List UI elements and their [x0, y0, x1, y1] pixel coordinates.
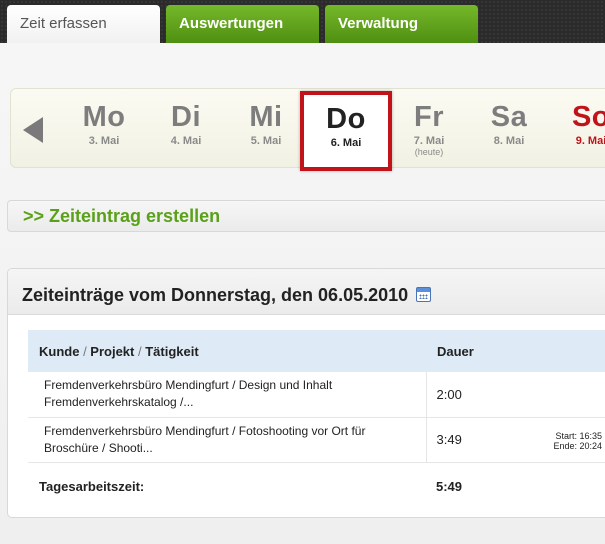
day-date: 4. Mai — [170, 135, 202, 147]
day-date: 8. Mai — [493, 135, 525, 147]
time-entries-panel: Zeiteinträge vom Donnerstag, den 06.05.2… — [7, 268, 605, 518]
column-label-taetigkeit: Tätigkeit — [145, 343, 199, 359]
day-sunday[interactable]: So 9. Mai — [550, 89, 605, 147]
day-name: Mo — [82, 101, 126, 133]
time-entries-table: Kunde / Projekt / Tätigkeit Dauer Fremde… — [28, 330, 605, 510]
day-date: 6. Mai — [330, 137, 362, 149]
day-monday[interactable]: Mo 3. Mai — [63, 89, 145, 147]
column-label-kunde: Kunde — [39, 343, 80, 359]
day-date: 5. Mai — [250, 135, 282, 147]
entry-duration: 3:49 — [436, 432, 462, 447]
column-label-projekt: Projekt — [90, 343, 135, 359]
day-name: So — [571, 101, 605, 133]
column-separator: / — [134, 343, 146, 359]
day-name: Do — [326, 103, 366, 135]
entry-line-1: Fremdenverkehrsbüro Mendingfurt / Fotosh… — [44, 423, 366, 438]
entry-description: Fremdenverkehrsbüro Mendingfurt / Design… — [28, 372, 427, 418]
week-day-selector: Mo 3. Mai Di 4. Mai Mi 5. Mai Do 6. Mai … — [10, 88, 605, 171]
day-thursday-selected[interactable]: Do 6. Mai — [300, 91, 392, 171]
day-name: Sa — [490, 101, 528, 133]
total-label: Tagesarbeitszeit: — [39, 478, 145, 494]
entry-duration-cell: 3:49 Start: 16:35 Ende: 20:24 — [426, 417, 605, 463]
entry-description: Fremdenverkehrsbüro Mendingfurt / Fotosh… — [28, 417, 427, 463]
day-name: Fr — [414, 101, 444, 133]
tab-zeit-erfassen[interactable]: Zeit erfassen — [7, 5, 160, 43]
day-friday[interactable]: Fr 7. Mai (heute) — [388, 89, 470, 157]
entry-duration: 2:00 — [426, 372, 605, 418]
day-date: 9. Mai — [575, 135, 605, 147]
tab-verwaltung[interactable]: Verwaltung — [325, 5, 478, 43]
end-time: Ende: 20:24 — [553, 440, 602, 451]
start-end-times: Start: 16:35 Ende: 20:24 — [553, 431, 602, 451]
tab-auswertungen[interactable]: Auswertungen — [166, 5, 319, 43]
today-note: (heute) — [414, 147, 444, 157]
table-header-row: Kunde / Projekt / Tätigkeit Dauer — [28, 330, 605, 372]
entry-line-2: Fremdenverkehrskatalog /... — [44, 395, 194, 410]
entry-line-2: Broschüre / Shooti... — [44, 440, 153, 455]
day-name: Di — [171, 101, 201, 133]
table-row[interactable]: Fremdenverkehrsbüro Mendingfurt / Fotosh… — [28, 417, 605, 463]
day-wednesday[interactable]: Mi 5. Mai — [225, 89, 307, 147]
entry-line-1: Fremdenverkehrsbüro Mendingfurt / Design… — [44, 378, 333, 393]
top-navigation-bar: Zeit erfassen Auswertungen Verwaltung — [0, 0, 605, 43]
day-tuesday[interactable]: Di 4. Mai — [145, 89, 227, 147]
day-date: 7. Mai — [413, 135, 445, 147]
day-date: 3. Mai — [88, 135, 120, 147]
total-value: 5:49 — [436, 478, 463, 494]
table-row[interactable]: Fremdenverkehrsbüro Mendingfurt / Design… — [28, 372, 605, 418]
create-time-entry-link[interactable]: >> Zeiteintrag erstellen — [7, 200, 605, 232]
start-time: Start: 16:35 — [555, 430, 602, 441]
column-header-description: Kunde / Projekt / Tätigkeit — [28, 330, 426, 372]
column-separator: / — [79, 343, 91, 359]
day-saturday[interactable]: Sa 8. Mai — [468, 89, 550, 147]
panel-title: Zeiteinträge vom Donnerstag, den 06.05.2… — [22, 285, 409, 305]
calendar-icon[interactable] — [416, 286, 432, 302]
total-row: Tagesarbeitszeit: 5:49 — [28, 462, 605, 510]
column-header-dauer: Dauer — [426, 330, 605, 372]
panel-header: Zeiteinträge vom Donnerstag, den 06.05.2… — [8, 269, 605, 315]
previous-week-arrow-icon[interactable] — [23, 117, 43, 143]
day-name: Mi — [249, 101, 283, 133]
